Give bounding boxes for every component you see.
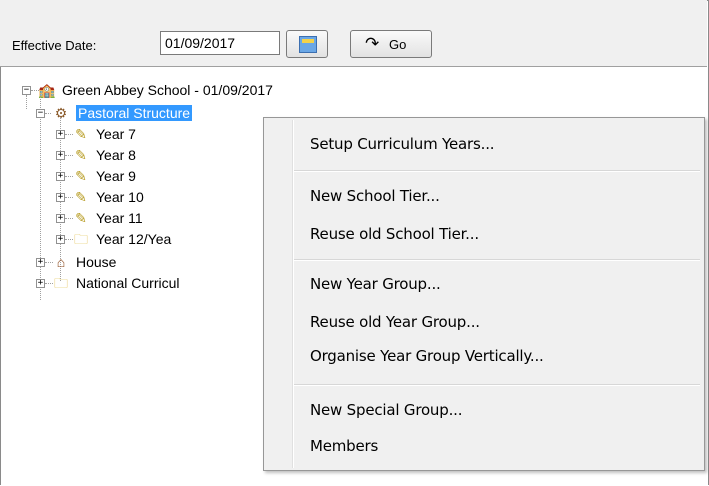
collapse-pastoral-icon[interactable]: − <box>36 109 45 118</box>
go-arrow-icon: ↷ <box>365 34 380 53</box>
effective-date-label: Effective Date: <box>12 38 97 53</box>
pastoral-gear-icon: ⚙ <box>54 105 68 121</box>
tree-node-national-curriculum[interactable]: National Curricul <box>76 273 179 293</box>
expand-year11-icon[interactable]: + <box>56 214 65 223</box>
tree-node-year8[interactable]: Year 8 <box>96 145 136 165</box>
expand-year9-icon[interactable]: + <box>56 172 65 181</box>
expand-house-icon[interactable]: + <box>36 258 45 267</box>
menu-item-reuse-old-year-group[interactable]: Reuse old Year Group... <box>310 310 480 334</box>
calendar-button[interactable] <box>286 30 328 58</box>
calendar-icon <box>299 36 317 53</box>
menu-separator <box>294 259 700 261</box>
menu-item-new-year-group[interactable]: New Year Group... <box>310 272 441 296</box>
tree-node-year11[interactable]: Year 11 <box>96 208 143 228</box>
folder-icon: 🗀 <box>74 231 88 247</box>
menu-item-new-school-tier[interactable]: New School Tier... <box>310 184 440 208</box>
expand-year7-icon[interactable]: + <box>56 130 65 139</box>
house-icon: ⌂ <box>56 254 66 270</box>
tree-node-root[interactable]: Green Abbey School - 01/09/2017 <box>62 80 273 100</box>
go-button[interactable]: ↷ Go <box>350 30 432 58</box>
pastoral-label: Pastoral Structure <box>76 105 193 121</box>
go-button-label: Go <box>389 37 407 52</box>
pencil-icon: ✎ <box>75 210 87 226</box>
expand-year12-icon[interactable]: + <box>56 235 65 244</box>
menu-item-setup-curriculum-years[interactable]: Setup Curriculum Years... <box>310 132 495 156</box>
tree-node-year9[interactable]: Year 9 <box>96 166 136 186</box>
pencil-icon: ✎ <box>75 168 87 184</box>
menu-separator <box>294 170 700 172</box>
expand-year8-icon[interactable]: + <box>56 151 65 160</box>
folder-icon: 🗀 <box>54 275 68 291</box>
tree-node-year7[interactable]: Year 7 <box>96 124 136 144</box>
menu-item-reuse-old-school-tier[interactable]: Reuse old School Tier... <box>310 222 479 246</box>
pencil-icon: ✎ <box>75 147 87 163</box>
tree-node-year12[interactable]: Year 12/Yea <box>96 229 171 249</box>
tree-node-pastoral[interactable]: Pastoral Structure <box>76 103 193 123</box>
tree-node-year10[interactable]: Year 10 <box>96 187 144 207</box>
toolbar: Effective Date: 01/09/2017 ↷ Go <box>0 0 707 67</box>
menu-item-members[interactable]: Members <box>310 434 378 458</box>
effective-date-input[interactable]: 01/09/2017 <box>160 31 280 55</box>
menu-item-new-special-group[interactable]: New Special Group... <box>310 398 462 422</box>
expand-national-curriculum-icon[interactable]: + <box>36 279 45 288</box>
collapse-root-icon[interactable]: − <box>22 86 31 95</box>
pencil-icon: ✎ <box>75 126 87 142</box>
menu-separator <box>294 384 700 386</box>
menu-item-organise-year-group-vertically[interactable]: Organise Year Group Vertically... <box>310 344 544 368</box>
context-menu: Setup Curriculum Years... New School Tie… <box>263 117 705 471</box>
tree-node-house[interactable]: House <box>76 252 116 272</box>
expand-year10-icon[interactable]: + <box>56 193 65 202</box>
pencil-icon: ✎ <box>75 189 87 205</box>
